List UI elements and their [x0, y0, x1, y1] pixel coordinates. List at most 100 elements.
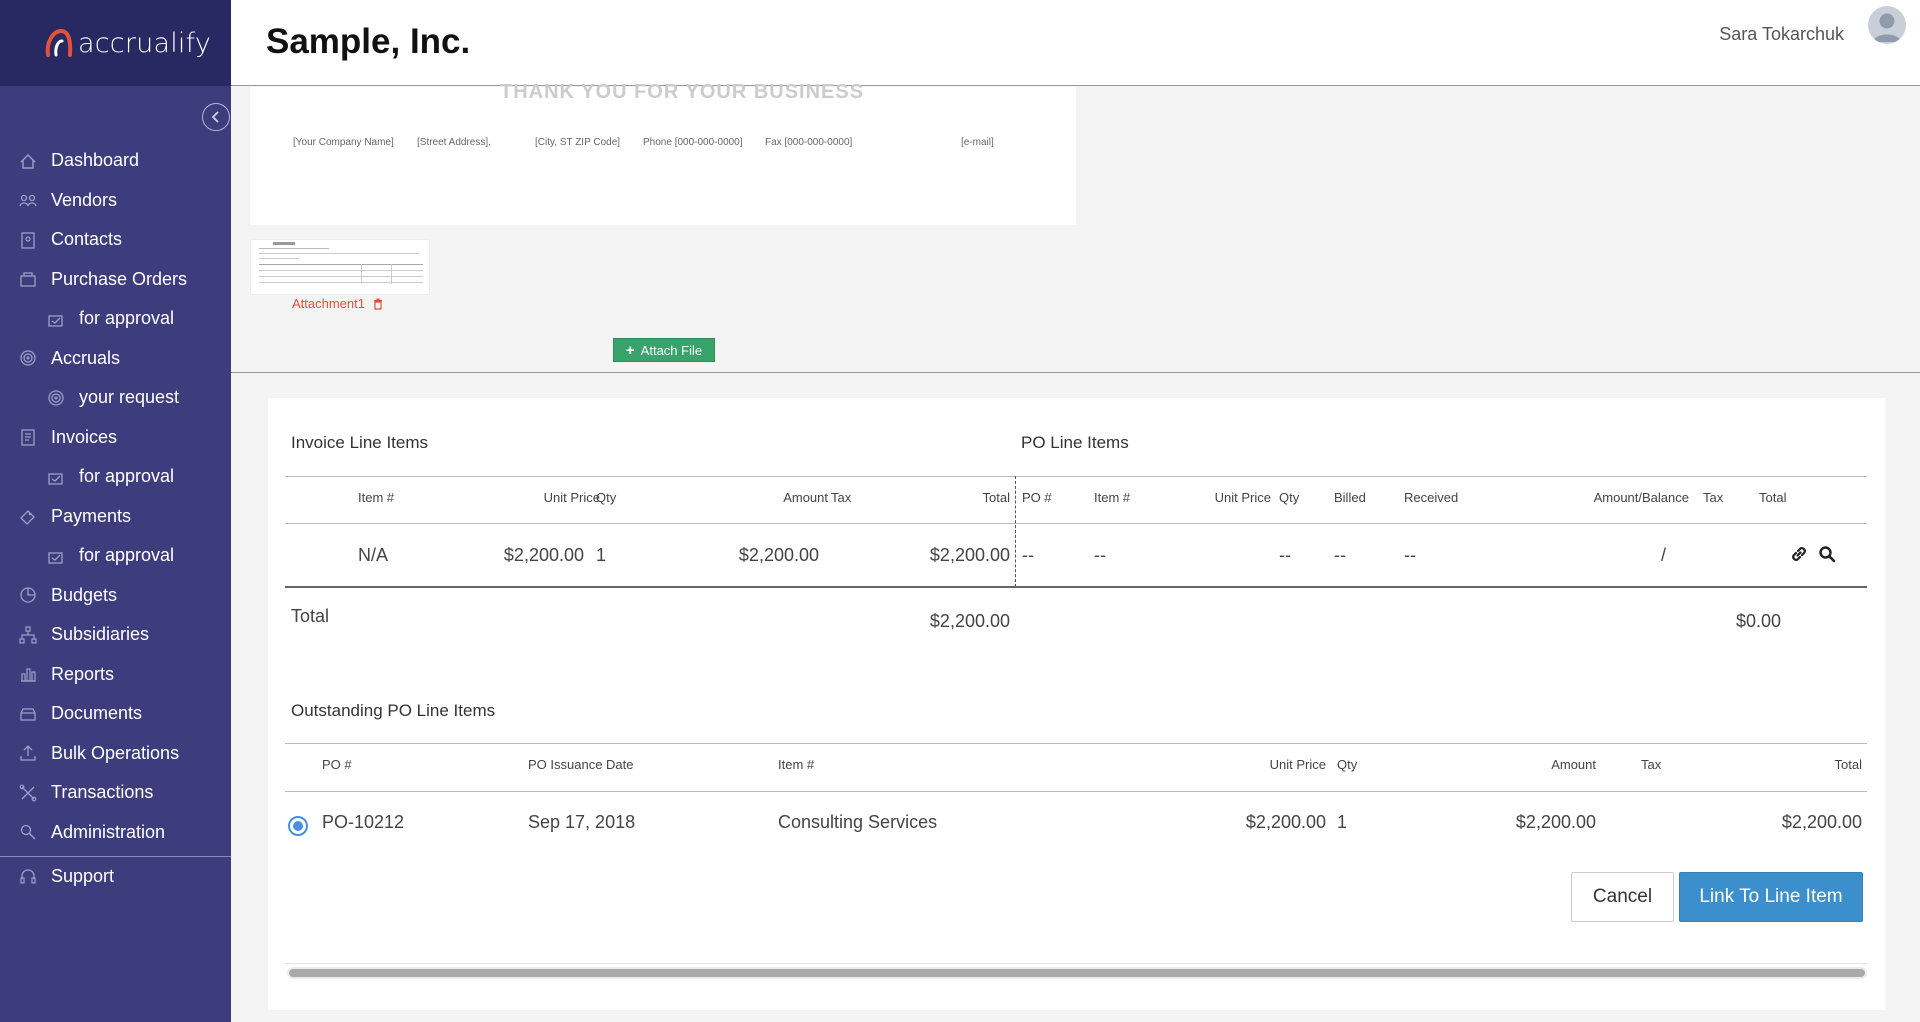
- sidebar-item-documents[interactable]: Documents: [0, 694, 231, 734]
- po-col-po: PO #: [1022, 490, 1052, 505]
- po-row-received: --: [1404, 545, 1416, 565]
- approval-icon: [44, 544, 68, 568]
- administration-icon: [16, 820, 40, 844]
- sidebar-item-label: Transactions: [51, 782, 154, 803]
- sidebar-item-label: Purchase Orders: [51, 268, 188, 289]
- attachment-link[interactable]: Attachment1: [292, 296, 383, 311]
- line-items-panel: Invoice Line Items PO Line Items Item # …: [268, 398, 1885, 1010]
- sidebar-item-invoices[interactable]: Invoices: [0, 418, 231, 458]
- cancel-button[interactable]: Cancel: [1571, 872, 1674, 922]
- logo-text: accrualify: [78, 27, 212, 59]
- sidebar-item-label: for approval: [79, 466, 175, 487]
- doc-footer-city: [City, ST ZIP Code]: [535, 137, 621, 148]
- request-icon: [44, 386, 68, 410]
- po-row-qty: --: [1279, 545, 1291, 565]
- po-row-amount-balance: /: [1661, 545, 1667, 565]
- purchase-orders-icon: [16, 267, 40, 291]
- sidebar-item-label: Reports: [51, 663, 115, 684]
- accrualify-logo-icon: [44, 27, 74, 59]
- sidebar-item-subsidiaries[interactable]: Subsidiaries: [0, 615, 231, 655]
- sidebar: accrualify Dashboard Vendors Contacts Purch…: [0, 0, 231, 1022]
- out-col-qty: Qty: [1337, 757, 1358, 772]
- accruals-icon: [16, 346, 40, 370]
- po-col-qty: Qty: [1279, 490, 1300, 505]
- sidebar-item-label: Payments: [51, 505, 132, 526]
- sidebar-item-label: Dashboard: [51, 150, 140, 171]
- section-divider: [1015, 476, 1016, 587]
- sidebar-item-label: Documents: [51, 703, 143, 724]
- attach-file-button[interactable]: + Attach File: [613, 338, 715, 362]
- sidebar-item-label: Accruals: [51, 347, 121, 368]
- po-col-billed: Billed: [1334, 490, 1366, 505]
- po-select-radio[interactable]: [288, 816, 308, 836]
- sidebar-item-contacts[interactable]: Contacts: [0, 220, 231, 260]
- documents-icon: [16, 702, 40, 726]
- sidebar-item-vendors[interactable]: Vendors: [0, 181, 231, 221]
- out-col-unit-price: Unit Price: [1269, 757, 1326, 772]
- home-icon: [16, 149, 40, 173]
- sidebar-item-budgets[interactable]: Budgets: [0, 576, 231, 616]
- inv-col-qty: Qty: [596, 490, 617, 505]
- sidebar-item-purchase-orders[interactable]: Purchase Orders: [0, 260, 231, 300]
- sidebar-item-label: Bulk Operations: [51, 742, 180, 763]
- collapse-sidebar-button[interactable]: [202, 103, 230, 131]
- doc-footer-email: [e-mail]: [961, 137, 994, 148]
- doc-footer-phone: Phone [000-000-0000]: [643, 137, 743, 148]
- out-row-unit-price: $2,200.00: [1245, 812, 1326, 832]
- sidebar-item-payments[interactable]: Payments: [0, 497, 231, 537]
- out-col-item: Item #: [778, 757, 815, 772]
- sidebar-item-label: for approval: [79, 545, 175, 566]
- sidebar-item-support[interactable]: Support: [0, 857, 231, 897]
- out-row-item: Consulting Services: [778, 812, 938, 832]
- link-icon[interactable]: [1788, 543, 1810, 565]
- out-col-date: PO Issuance Date: [528, 757, 634, 772]
- inv-row-unit-price: $2,200.00: [503, 545, 584, 565]
- top-header: Sample, Inc. Sara Tokarchuk: [231, 0, 1920, 86]
- out-row-qty: 1: [1337, 812, 1348, 832]
- payments-icon: [16, 504, 40, 528]
- sidebar-nav: Dashboard Vendors Contacts Purchase Orders f…: [0, 141, 231, 897]
- sidebar-item-for-approval-sub[interactable]: for approval: [0, 536, 231, 576]
- out-row-date: Sep 17, 2018: [528, 812, 636, 832]
- po-line-items-title: PO Line Items: [1021, 433, 1129, 452]
- po-col-amount-balance: Amount/Balance: [1593, 490, 1689, 505]
- trash-icon[interactable]: [373, 298, 383, 310]
- sidebar-item-administration[interactable]: Administration: [0, 813, 231, 853]
- po-col-unit-price: Unit Price: [1214, 490, 1271, 505]
- transactions-icon: [16, 781, 40, 805]
- invoice-line-items-title: Invoice Line Items: [291, 433, 429, 452]
- attach-file-label: Attach File: [640, 342, 703, 358]
- inv-col-item: Item #: [358, 490, 395, 505]
- doc-footer-street: [Street Address],: [417, 137, 491, 148]
- sidebar-item-accruals[interactable]: Accruals: [0, 339, 231, 379]
- logo[interactable]: accrualify: [0, 0, 231, 86]
- search-icon[interactable]: [1816, 543, 1838, 565]
- sidebar-item-for-approval-sub[interactable]: for approval: [0, 457, 231, 497]
- contacts-icon: [16, 228, 40, 252]
- user-avatar-icon: [1873, 13, 1901, 42]
- po-col-total: Total: [1759, 490, 1787, 505]
- attachment-label[interactable]: Attachment1: [292, 296, 365, 311]
- subsidiaries-icon: [16, 623, 40, 647]
- horizontal-scrollbar[interactable]: [287, 967, 1867, 979]
- sidebar-item-for-approval-sub[interactable]: for approval: [0, 299, 231, 339]
- out-col-po: PO #: [322, 757, 352, 772]
- link-to-line-item-button[interactable]: Link To Line Item: [1679, 872, 1863, 922]
- sidebar-item-transactions[interactable]: Transactions: [0, 773, 231, 813]
- invoice-document-page[interactable]: THANK YOU FOR YOUR BUSINESS [Your Compan…: [250, 81, 1076, 225]
- user-name[interactable]: Sara Tokarchuk: [1719, 24, 1844, 45]
- sidebar-item-reports[interactable]: Reports: [0, 655, 231, 695]
- attachment-thumbnail[interactable]: [250, 239, 430, 295]
- sidebar-item-label: Administration: [51, 821, 166, 842]
- approval-icon: [44, 465, 68, 489]
- reports-icon: [16, 662, 40, 686]
- avatar[interactable]: [1868, 6, 1906, 44]
- sidebar-item-dashboard[interactable]: Dashboard: [0, 141, 231, 181]
- inv-col-total: Total: [982, 490, 1010, 505]
- sidebar-item-bulk-operations[interactable]: Bulk Operations: [0, 734, 231, 774]
- invoices-icon: [16, 425, 40, 449]
- sidebar-item-label: Vendors: [51, 189, 118, 210]
- inv-row-total: $2,200.00: [929, 545, 1010, 565]
- scrollbar-thumb[interactable]: [289, 969, 1865, 977]
- sidebar-item-your-request-sub[interactable]: your request: [0, 378, 231, 418]
